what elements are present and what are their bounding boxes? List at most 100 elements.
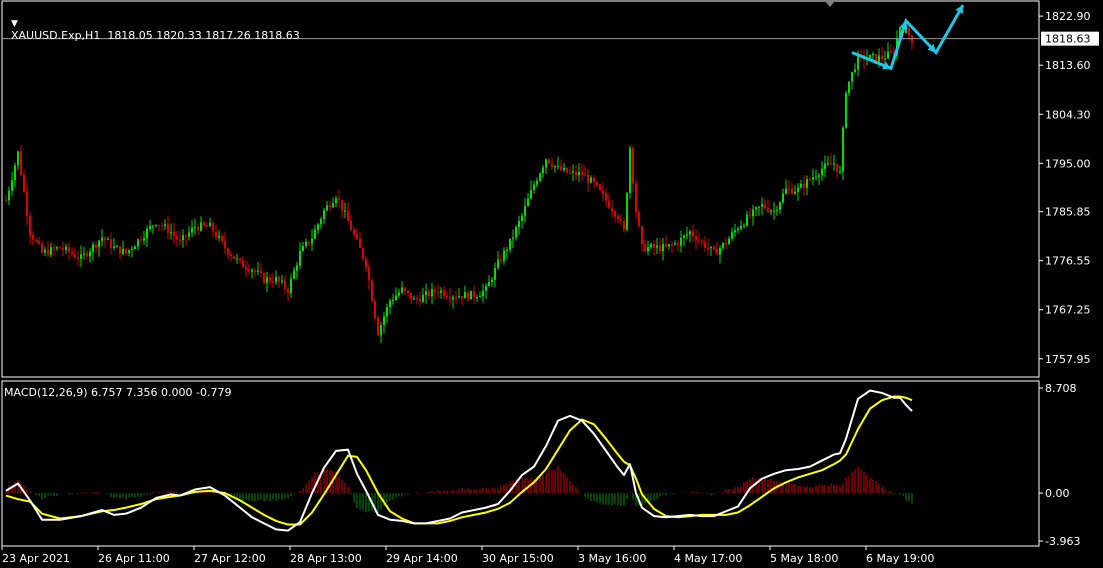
candle-body <box>509 238 511 250</box>
candle-body <box>176 235 178 240</box>
candle-body <box>689 231 691 235</box>
candle-body <box>704 241 706 248</box>
candle-body <box>791 188 793 194</box>
candle-body <box>260 270 262 273</box>
candle-body <box>59 247 61 249</box>
macd-axis-label: -3.963 <box>1045 535 1080 548</box>
candle-body <box>875 54 877 62</box>
candle-body <box>341 200 343 211</box>
candle-body <box>410 293 412 300</box>
candle-body <box>740 226 742 229</box>
candle-body <box>596 182 598 185</box>
candle-body <box>188 232 190 237</box>
candle-body <box>224 240 226 249</box>
candle-body <box>155 224 157 226</box>
candle-body <box>542 167 544 174</box>
candle-body <box>65 246 67 250</box>
candle-body <box>779 202 781 210</box>
candle-body <box>212 222 214 232</box>
candle-body <box>818 175 820 177</box>
candle-body <box>725 242 727 245</box>
candle-body <box>869 54 871 59</box>
candle-body <box>497 259 499 268</box>
candle-body <box>41 243 43 253</box>
candle-body <box>23 174 25 192</box>
candle-body <box>173 231 175 236</box>
candle-body <box>404 287 406 291</box>
candle-body <box>650 244 652 248</box>
candle-body <box>641 226 643 244</box>
collapse-triangle-icon[interactable]: ▼ <box>11 19 18 29</box>
candle-body <box>500 259 502 262</box>
time-axis-label: 4 May 17:00 <box>674 552 742 565</box>
candle-body <box>26 191 28 216</box>
trading-chart[interactable]: 1818.63 1822.90 1813.60 1804.30 1795.00 1785.… <box>0 0 1103 568</box>
candle-body <box>665 244 667 247</box>
time-axis-label: 30 Apr 15:00 <box>482 552 554 565</box>
price-axis-label: 1757.95 <box>1045 353 1091 366</box>
candle-body <box>395 295 397 300</box>
candle-body <box>377 318 379 336</box>
candle-body <box>584 174 586 176</box>
candle-body <box>668 244 670 247</box>
candle-body <box>77 257 79 259</box>
candle-body <box>803 183 805 188</box>
candle-body <box>620 219 622 221</box>
candle-body <box>716 249 718 255</box>
candles <box>5 20 913 344</box>
candle-body <box>146 228 148 239</box>
candle-body <box>98 240 100 248</box>
candle-body <box>815 176 817 178</box>
candle-body <box>809 179 811 181</box>
candle-body <box>290 278 292 294</box>
candle-body <box>713 246 715 250</box>
candle-body <box>572 171 574 173</box>
candle-body <box>479 296 481 298</box>
candle-body <box>761 204 763 207</box>
candle-body <box>284 280 286 289</box>
candle-body <box>371 280 373 302</box>
candle-body <box>611 207 613 212</box>
candle-body <box>407 290 409 294</box>
candle-body <box>275 276 277 283</box>
candle-body <box>134 246 136 249</box>
candle-body <box>185 235 187 237</box>
candle-body <box>182 235 184 241</box>
candle-body <box>578 171 580 176</box>
candle-body <box>68 246 70 253</box>
candle-body <box>626 192 628 230</box>
candle-body <box>554 165 556 167</box>
candle-body <box>116 246 118 248</box>
time-axis-label: 26 Apr 11:00 <box>98 552 170 565</box>
time-axis-label: 23 Apr 2021 <box>2 552 70 565</box>
candle-body <box>890 51 892 53</box>
candle-body <box>314 229 316 239</box>
candle-body <box>617 216 619 220</box>
candle-body <box>854 69 856 72</box>
candle-body <box>140 239 142 241</box>
candle-body <box>365 258 367 268</box>
candle-body <box>485 286 487 291</box>
candle-body <box>656 245 658 248</box>
candle-body <box>644 243 646 252</box>
candle-body <box>32 235 34 240</box>
candle-body <box>884 58 886 60</box>
candle-body <box>83 253 85 255</box>
candle-body <box>833 163 835 165</box>
candle-body <box>287 288 289 294</box>
candle-body <box>881 55 883 60</box>
candle-body <box>335 198 337 204</box>
candle-body <box>788 188 790 190</box>
candle-body <box>449 297 451 300</box>
candle-body <box>86 253 88 257</box>
candle-body <box>167 224 169 234</box>
candle-body <box>473 291 475 298</box>
candle-body <box>851 71 853 82</box>
candle-body <box>794 191 796 194</box>
price-axis-label: 1785.85 <box>1045 206 1091 219</box>
price-axis-label: 1822.90 <box>1045 10 1091 23</box>
candle-body <box>5 200 7 202</box>
candle-body <box>458 296 460 298</box>
candle-body <box>242 260 244 268</box>
candle-body <box>806 179 808 188</box>
